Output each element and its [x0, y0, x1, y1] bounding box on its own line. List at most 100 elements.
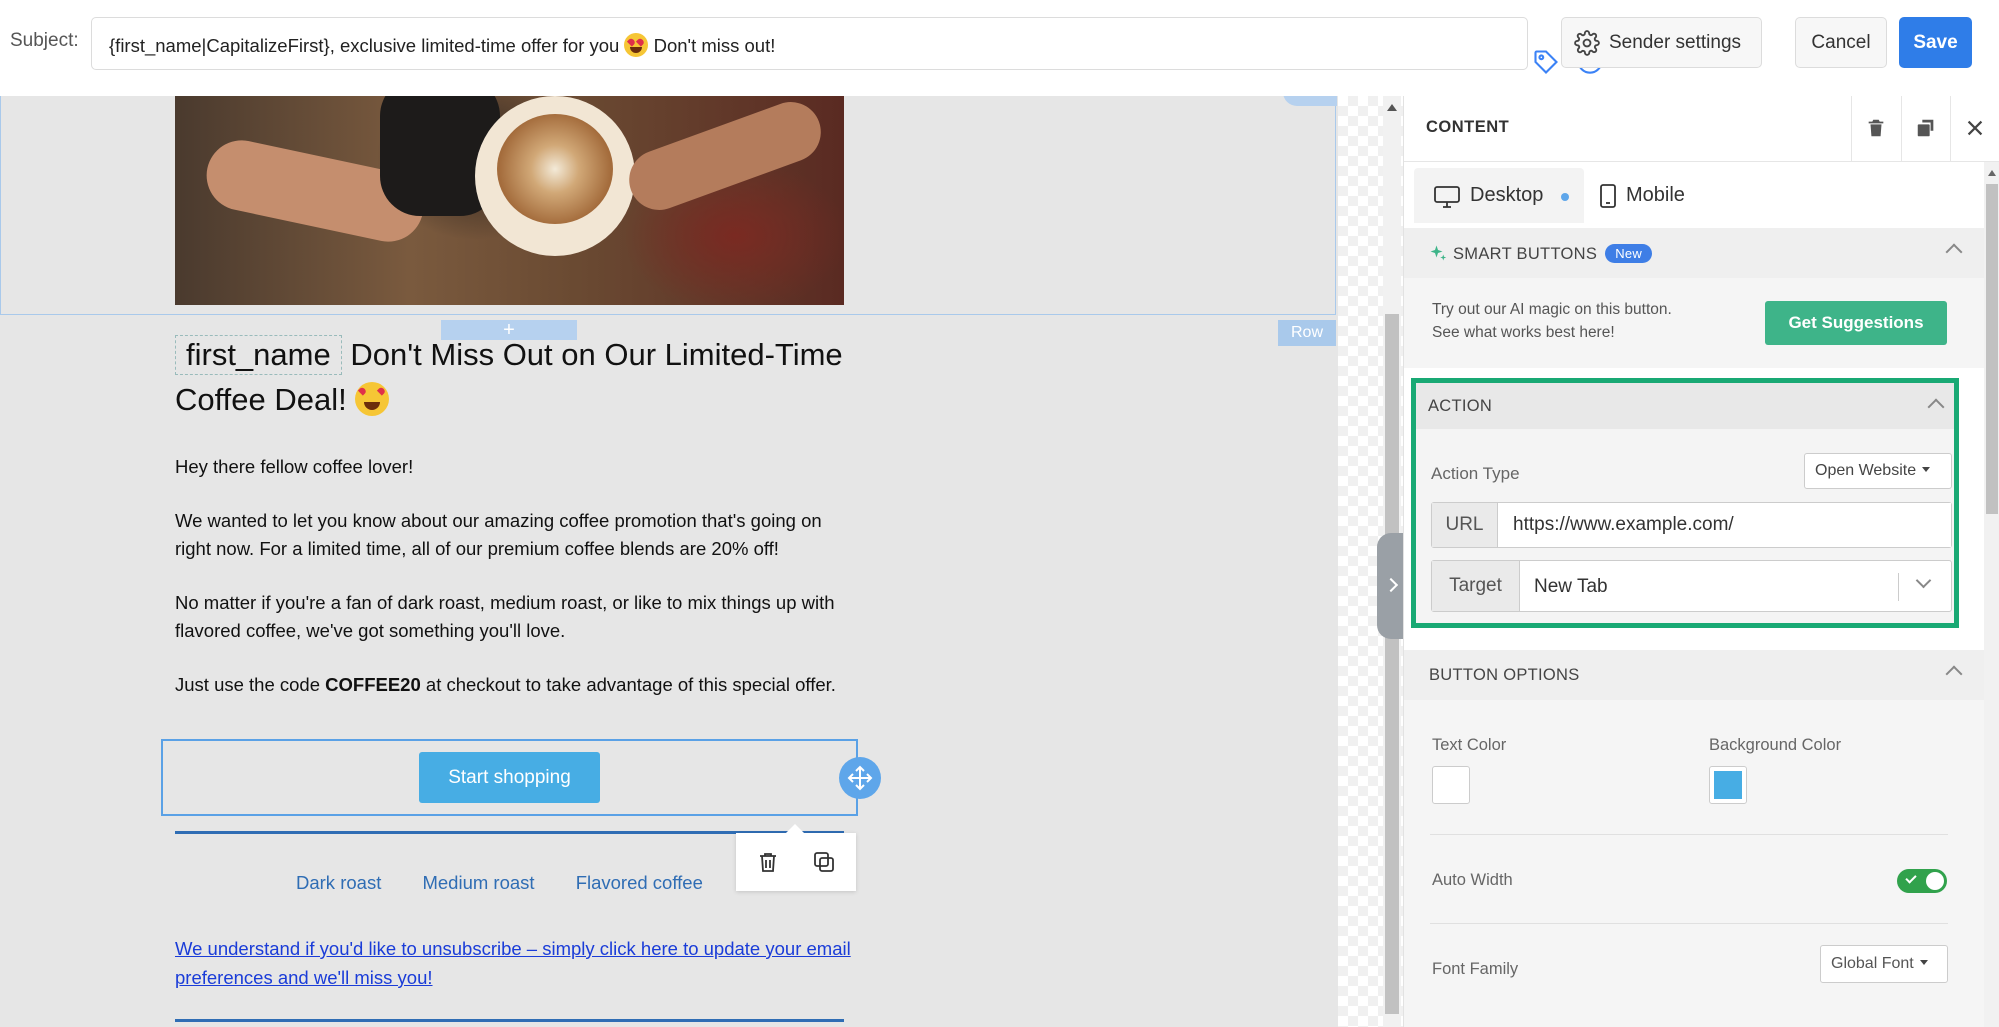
- row-label[interactable]: Row: [1278, 320, 1336, 346]
- code-text-after: at checkout to take advantage of this sp…: [425, 674, 836, 695]
- desktop-icon: [1434, 186, 1460, 208]
- chevron-up-icon[interactable]: [1927, 398, 1945, 416]
- trash-icon[interactable]: [756, 850, 780, 874]
- target-label: Target: [1432, 561, 1520, 611]
- close-icon: [1967, 120, 1983, 136]
- row-outline[interactable]: [0, 96, 1336, 315]
- scroll-up-arrow-icon[interactable]: [1988, 170, 1996, 176]
- tab-desktop[interactable]: Desktop: [1414, 168, 1584, 223]
- button-options-header[interactable]: BUTTON OPTIONS: [1404, 650, 1984, 700]
- action-section: ACTION Action Type Open Website URL Targ…: [1411, 378, 1959, 628]
- close-panel-button[interactable]: [1950, 96, 1999, 162]
- subject-text-start: {first_name|CapitalizeFirst}, exclusive …: [109, 35, 620, 56]
- trash-icon: [1868, 119, 1884, 137]
- subject-input[interactable]: {first_name|CapitalizeFirst}, exclusive …: [91, 17, 1603, 74]
- email-canvas: + Row first_name Don't Miss Out on Our L…: [0, 96, 1338, 1027]
- panel-title: CONTENT: [1426, 118, 1510, 136]
- url-label: URL: [1432, 503, 1498, 547]
- panel-scrollbar[interactable]: [1984, 162, 1999, 1027]
- font-family-value: Global Font: [1831, 955, 1914, 972]
- delete-block-button[interactable]: [1851, 96, 1900, 162]
- roast-paragraph[interactable]: No matter if you're a fan of dark roast,…: [175, 589, 855, 645]
- chevron-up-icon[interactable]: [1945, 243, 1963, 261]
- background-color-label: Background Color: [1709, 736, 1842, 754]
- get-suggestions-button[interactable]: Get Suggestions: [1765, 301, 1947, 345]
- headline-text-2: Coffee Deal!: [175, 382, 347, 417]
- smart-line-1: Try out our AI magic on this button.: [1432, 301, 1672, 318]
- divider-line: [175, 1019, 844, 1022]
- headline-text-1: Don't Miss Out on Our Limited-Time: [350, 337, 843, 372]
- url-field-group: URL: [1431, 502, 1952, 548]
- background-color-fill: [1714, 771, 1742, 799]
- unsubscribe-link[interactable]: We understand if you'd like to unsubscri…: [175, 934, 855, 992]
- chevron-up-icon[interactable]: [1945, 665, 1963, 683]
- promo-paragraph[interactable]: We wanted to let you know about our amaz…: [175, 507, 855, 563]
- target-select[interactable]: Target New Tab: [1431, 560, 1952, 612]
- canvas-scroll-thumb[interactable]: [1385, 314, 1399, 1014]
- options-divider: [1430, 834, 1948, 835]
- cancel-button[interactable]: Cancel: [1795, 17, 1887, 68]
- start-shopping-button[interactable]: Start shopping: [419, 752, 600, 803]
- subject-text[interactable]: {first_name|CapitalizeFirst}, exclusive …: [109, 33, 775, 57]
- merge-tag-first-name[interactable]: first_name: [175, 335, 342, 375]
- chevron-down-icon[interactable]: [1915, 572, 1932, 589]
- heart-eyes-emoji-icon: [624, 33, 649, 57]
- tag-icon[interactable]: [1532, 48, 1560, 76]
- link-dark-roast[interactable]: Dark roast: [296, 872, 381, 893]
- save-button[interactable]: Save: [1899, 17, 1972, 68]
- caret-down-icon: [1922, 467, 1931, 472]
- check-icon: [1905, 872, 1917, 884]
- button-options-title: BUTTON OPTIONS: [1429, 666, 1580, 684]
- smart-buttons-body: Try out our AI magic on this button. See…: [1404, 278, 1984, 368]
- link-medium-roast[interactable]: Medium roast: [422, 872, 534, 893]
- duplicate-icon[interactable]: [812, 850, 836, 874]
- auto-width-toggle[interactable]: [1897, 869, 1947, 893]
- select-separator: [1898, 573, 1899, 601]
- tab-mobile[interactable]: Mobile: [1600, 168, 1720, 223]
- target-value: New Tab: [1534, 576, 1608, 597]
- font-family-label: Font Family: [1432, 960, 1519, 978]
- smart-buttons-description: Try out our AI magic on this button. See…: [1432, 298, 1672, 344]
- caret-down-icon: [1919, 960, 1928, 965]
- sparkle-icon: [1430, 245, 1447, 261]
- action-type-value: Open Website: [1815, 462, 1917, 479]
- tab-mobile-label: Mobile: [1626, 184, 1685, 206]
- panel-header: CONTENT: [1404, 96, 1999, 162]
- toggle-knob: [1926, 872, 1944, 890]
- tab-desktop-label: Desktop: [1470, 184, 1544, 206]
- copy-icon: [1917, 119, 1934, 137]
- sender-settings-label: Sender settings: [1609, 32, 1742, 53]
- active-dot-icon: [1561, 193, 1569, 201]
- mobile-icon: [1600, 184, 1616, 208]
- url-input[interactable]: [1499, 503, 1951, 547]
- code-paragraph[interactable]: Just use the code COFFEE20 at checkout t…: [175, 671, 855, 699]
- smart-buttons-header[interactable]: SMART BUTTONS New: [1404, 228, 1984, 278]
- sender-settings-button[interactable]: Sender settings: [1561, 17, 1762, 68]
- category-links: Dark roast Medium roast Flavored coffee: [296, 872, 739, 894]
- panel-scroll-thumb[interactable]: [1986, 184, 1998, 514]
- greeting-text[interactable]: Hey there fellow coffee lover!: [175, 453, 855, 481]
- smart-buttons-label: SMART BUTTONS: [1453, 245, 1598, 263]
- row-corner-handle[interactable]: [1283, 96, 1337, 106]
- action-title: ACTION: [1428, 397, 1493, 415]
- smart-line-2: See what works best here!: [1432, 324, 1615, 341]
- action-type-select[interactable]: Open Website: [1804, 453, 1952, 489]
- text-color-label: Text Color: [1432, 736, 1507, 754]
- font-family-select[interactable]: Global Font: [1820, 945, 1948, 983]
- action-type-label: Action Type: [1431, 464, 1520, 483]
- top-bar: Subject: {first_name|CapitalizeFirst}, e…: [0, 0, 1999, 96]
- background-color-swatch[interactable]: [1709, 766, 1747, 804]
- auto-width-label: Auto Width: [1432, 871, 1513, 889]
- email-headline[interactable]: first_name Don't Miss Out on Our Limited…: [175, 332, 865, 422]
- duplicate-block-button[interactable]: [1901, 96, 1950, 162]
- text-color-swatch[interactable]: [1432, 766, 1470, 804]
- scroll-up-arrow-icon[interactable]: [1387, 104, 1397, 111]
- content-panel: CONTENT Desktop Mobile SMART BUTTONS New…: [1403, 96, 1999, 1027]
- move-handle-icon[interactable]: [839, 757, 881, 799]
- link-flavored-coffee[interactable]: Flavored coffee: [576, 872, 703, 893]
- subject-label: Subject:: [10, 30, 79, 51]
- collapse-panel-chevron-icon[interactable]: [1377, 533, 1405, 639]
- action-header[interactable]: ACTION: [1416, 383, 1954, 429]
- promo-code: COFFEE20: [325, 674, 421, 695]
- smart-buttons-title: SMART BUTTONS New: [1429, 244, 1653, 264]
